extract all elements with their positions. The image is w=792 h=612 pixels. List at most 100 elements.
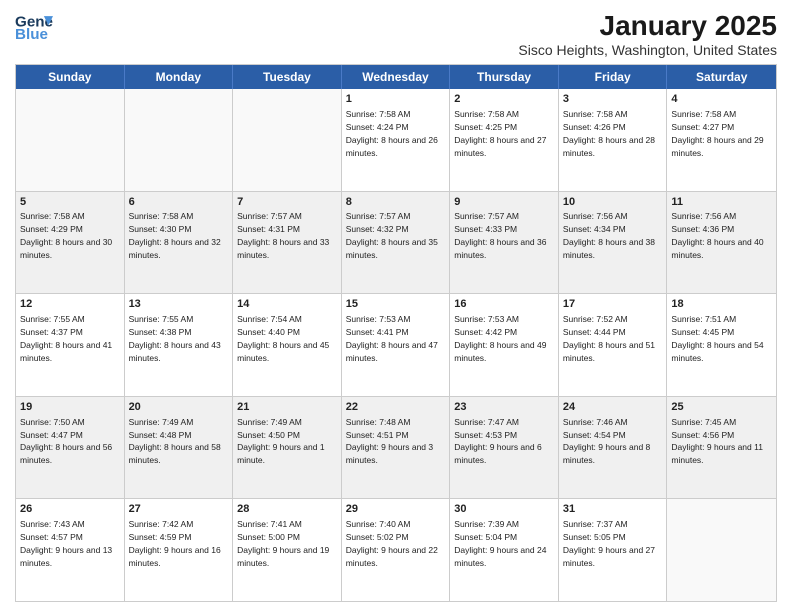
day-info: Sunrise: 7:46 AMSunset: 4:54 PMDaylight:… <box>563 417 650 466</box>
day-number: 28 <box>237 502 337 517</box>
day-cell-17: 17 Sunrise: 7:52 AMSunset: 4:44 PMDayligh… <box>559 294 668 396</box>
day-number: 26 <box>20 502 120 517</box>
day-cell-28: 28 Sunrise: 7:41 AMSunset: 5:00 PMDayligh… <box>233 499 342 601</box>
week-row-1: 5Sunrise: 7:58 AMSunset: 4:29 PMDaylight… <box>16 191 776 294</box>
day-number: 18 <box>671 297 772 312</box>
day-info: Sunrise: 7:58 AMSunset: 4:27 PMDaylight:… <box>671 109 763 158</box>
day-number: 23 <box>454 400 554 415</box>
day-cell-31: 31 Sunrise: 7:37 AMSunset: 5:05 PMDayligh… <box>559 499 668 601</box>
day-number: 15 <box>346 297 446 312</box>
day-cell-2: 2 Sunrise: 7:58 AMSunset: 4:25 PMDaylight… <box>450 89 559 191</box>
day-info: Sunrise: 7:39 AMSunset: 5:04 PMDaylight:… <box>454 519 546 568</box>
day-info: Sunrise: 7:45 AMSunset: 4:56 PMDaylight:… <box>671 417 763 466</box>
day-number: 6 <box>129 195 229 210</box>
day-number: 29 <box>346 502 446 517</box>
calendar: SundayMondayTuesdayWednesdayThursdayFrid… <box>15 64 777 602</box>
day-number: 16 <box>454 297 554 312</box>
day-cell-22: 22Sunrise: 7:48 AMSunset: 4:51 PMDayligh… <box>342 397 451 499</box>
day-cell-10: 10Sunrise: 7:56 AMSunset: 4:34 PMDayligh… <box>559 192 668 294</box>
day-info: Sunrise: 7:52 AMSunset: 4:44 PMDaylight:… <box>563 314 655 363</box>
page: General Blue January 2025 Sisco Heights,… <box>0 0 792 612</box>
day-cell-11: 11Sunrise: 7:56 AMSunset: 4:36 PMDayligh… <box>667 192 776 294</box>
day-number: 14 <box>237 297 337 312</box>
location-subtitle: Sisco Heights, Washington, United States <box>518 42 777 58</box>
day-info: Sunrise: 7:55 AMSunset: 4:37 PMDaylight:… <box>20 314 112 363</box>
day-cell-20: 20Sunrise: 7:49 AMSunset: 4:48 PMDayligh… <box>125 397 234 499</box>
day-info: Sunrise: 7:51 AMSunset: 4:45 PMDaylight:… <box>671 314 763 363</box>
day-cell-30: 30 Sunrise: 7:39 AMSunset: 5:04 PMDayligh… <box>450 499 559 601</box>
day-header-friday: Friday <box>559 65 668 89</box>
day-number: 12 <box>20 297 120 312</box>
day-info: Sunrise: 7:42 AMSunset: 4:59 PMDaylight:… <box>129 519 221 568</box>
day-number: 10 <box>563 195 663 210</box>
day-header-tuesday: Tuesday <box>233 65 342 89</box>
day-cell-empty-0-1 <box>125 89 234 191</box>
header: General Blue January 2025 Sisco Heights,… <box>15 10 777 58</box>
day-info: Sunrise: 7:57 AMSunset: 4:31 PMDaylight:… <box>237 211 329 260</box>
week-row-0: 1 Sunrise: 7:58 AMSunset: 4:24 PMDaylight… <box>16 89 776 191</box>
day-info: Sunrise: 7:50 AMSunset: 4:47 PMDaylight:… <box>20 417 112 466</box>
day-number: 20 <box>129 400 229 415</box>
day-cell-5: 5Sunrise: 7:58 AMSunset: 4:29 PMDaylight… <box>16 192 125 294</box>
day-number: 3 <box>563 92 663 107</box>
day-number: 11 <box>671 195 772 210</box>
day-number: 24 <box>563 400 663 415</box>
day-number: 1 <box>346 92 446 107</box>
day-cell-empty-4-6 <box>667 499 776 601</box>
day-cell-24: 24 Sunrise: 7:46 AMSunset: 4:54 PMDayligh… <box>559 397 668 499</box>
day-info: Sunrise: 7:43 AMSunset: 4:57 PMDaylight:… <box>20 519 112 568</box>
day-cell-1: 1 Sunrise: 7:58 AMSunset: 4:24 PMDaylight… <box>342 89 451 191</box>
day-info: Sunrise: 7:58 AMSunset: 4:26 PMDaylight:… <box>563 109 655 158</box>
day-cell-8: 8Sunrise: 7:57 AMSunset: 4:32 PMDaylight… <box>342 192 451 294</box>
day-info: Sunrise: 7:37 AMSunset: 5:05 PMDaylight:… <box>563 519 655 568</box>
day-number: 4 <box>671 92 772 107</box>
day-cell-15: 15 Sunrise: 7:53 AMSunset: 4:41 PMDayligh… <box>342 294 451 396</box>
week-row-3: 19Sunrise: 7:50 AMSunset: 4:47 PMDayligh… <box>16 396 776 499</box>
day-number: 8 <box>346 195 446 210</box>
day-info: Sunrise: 7:56 AMSunset: 4:34 PMDaylight:… <box>563 211 655 260</box>
day-info: Sunrise: 7:58 AMSunset: 4:29 PMDaylight:… <box>20 211 112 260</box>
day-info: Sunrise: 7:53 AMSunset: 4:42 PMDaylight:… <box>454 314 546 363</box>
day-info: Sunrise: 7:55 AMSunset: 4:38 PMDaylight:… <box>129 314 221 363</box>
day-header-monday: Monday <box>125 65 234 89</box>
day-cell-14: 14 Sunrise: 7:54 AMSunset: 4:40 PMDayligh… <box>233 294 342 396</box>
day-info: Sunrise: 7:49 AMSunset: 4:50 PMDaylight:… <box>237 417 324 466</box>
week-row-2: 12 Sunrise: 7:55 AMSunset: 4:37 PMDayligh… <box>16 293 776 396</box>
day-info: Sunrise: 7:41 AMSunset: 5:00 PMDaylight:… <box>237 519 329 568</box>
day-number: 17 <box>563 297 663 312</box>
day-cell-29: 29 Sunrise: 7:40 AMSunset: 5:02 PMDayligh… <box>342 499 451 601</box>
day-cell-empty-0-0 <box>16 89 125 191</box>
day-cell-23: 23Sunrise: 7:47 AMSunset: 4:53 PMDayligh… <box>450 397 559 499</box>
day-cell-9: 9Sunrise: 7:57 AMSunset: 4:33 PMDaylight… <box>450 192 559 294</box>
day-info: Sunrise: 7:58 AMSunset: 4:24 PMDaylight:… <box>346 109 438 158</box>
day-info: Sunrise: 7:54 AMSunset: 4:40 PMDaylight:… <box>237 314 329 363</box>
day-number: 5 <box>20 195 120 210</box>
day-number: 25 <box>671 400 772 415</box>
day-header-wednesday: Wednesday <box>342 65 451 89</box>
day-cell-empty-0-2 <box>233 89 342 191</box>
day-info: Sunrise: 7:57 AMSunset: 4:32 PMDaylight:… <box>346 211 438 260</box>
day-info: Sunrise: 7:56 AMSunset: 4:36 PMDaylight:… <box>671 211 763 260</box>
day-number: 31 <box>563 502 663 517</box>
day-header-thursday: Thursday <box>450 65 559 89</box>
day-info: Sunrise: 7:53 AMSunset: 4:41 PMDaylight:… <box>346 314 438 363</box>
day-cell-21: 21 Sunrise: 7:49 AMSunset: 4:50 PMDayligh… <box>233 397 342 499</box>
week-row-4: 26 Sunrise: 7:43 AMSunset: 4:57 PMDayligh… <box>16 498 776 601</box>
day-cell-25: 25 Sunrise: 7:45 AMSunset: 4:56 PMDayligh… <box>667 397 776 499</box>
day-cell-18: 18 Sunrise: 7:51 AMSunset: 4:45 PMDayligh… <box>667 294 776 396</box>
day-number: 2 <box>454 92 554 107</box>
day-cell-4: 4 Sunrise: 7:58 AMSunset: 4:27 PMDaylight… <box>667 89 776 191</box>
day-number: 30 <box>454 502 554 517</box>
calendar-header: SundayMondayTuesdayWednesdayThursdayFrid… <box>16 65 776 89</box>
calendar-body: 1 Sunrise: 7:58 AMSunset: 4:24 PMDaylight… <box>16 89 776 601</box>
month-title: January 2025 <box>518 10 777 42</box>
day-info: Sunrise: 7:40 AMSunset: 5:02 PMDaylight:… <box>346 519 438 568</box>
logo: General Blue <box>15 10 53 48</box>
day-cell-6: 6Sunrise: 7:58 AMSunset: 4:30 PMDaylight… <box>125 192 234 294</box>
day-header-sunday: Sunday <box>16 65 125 89</box>
day-cell-19: 19Sunrise: 7:50 AMSunset: 4:47 PMDayligh… <box>16 397 125 499</box>
day-number: 21 <box>237 400 337 415</box>
day-cell-27: 27Sunrise: 7:42 AMSunset: 4:59 PMDayligh… <box>125 499 234 601</box>
day-info: Sunrise: 7:58 AMSunset: 4:25 PMDaylight:… <box>454 109 546 158</box>
day-number: 9 <box>454 195 554 210</box>
